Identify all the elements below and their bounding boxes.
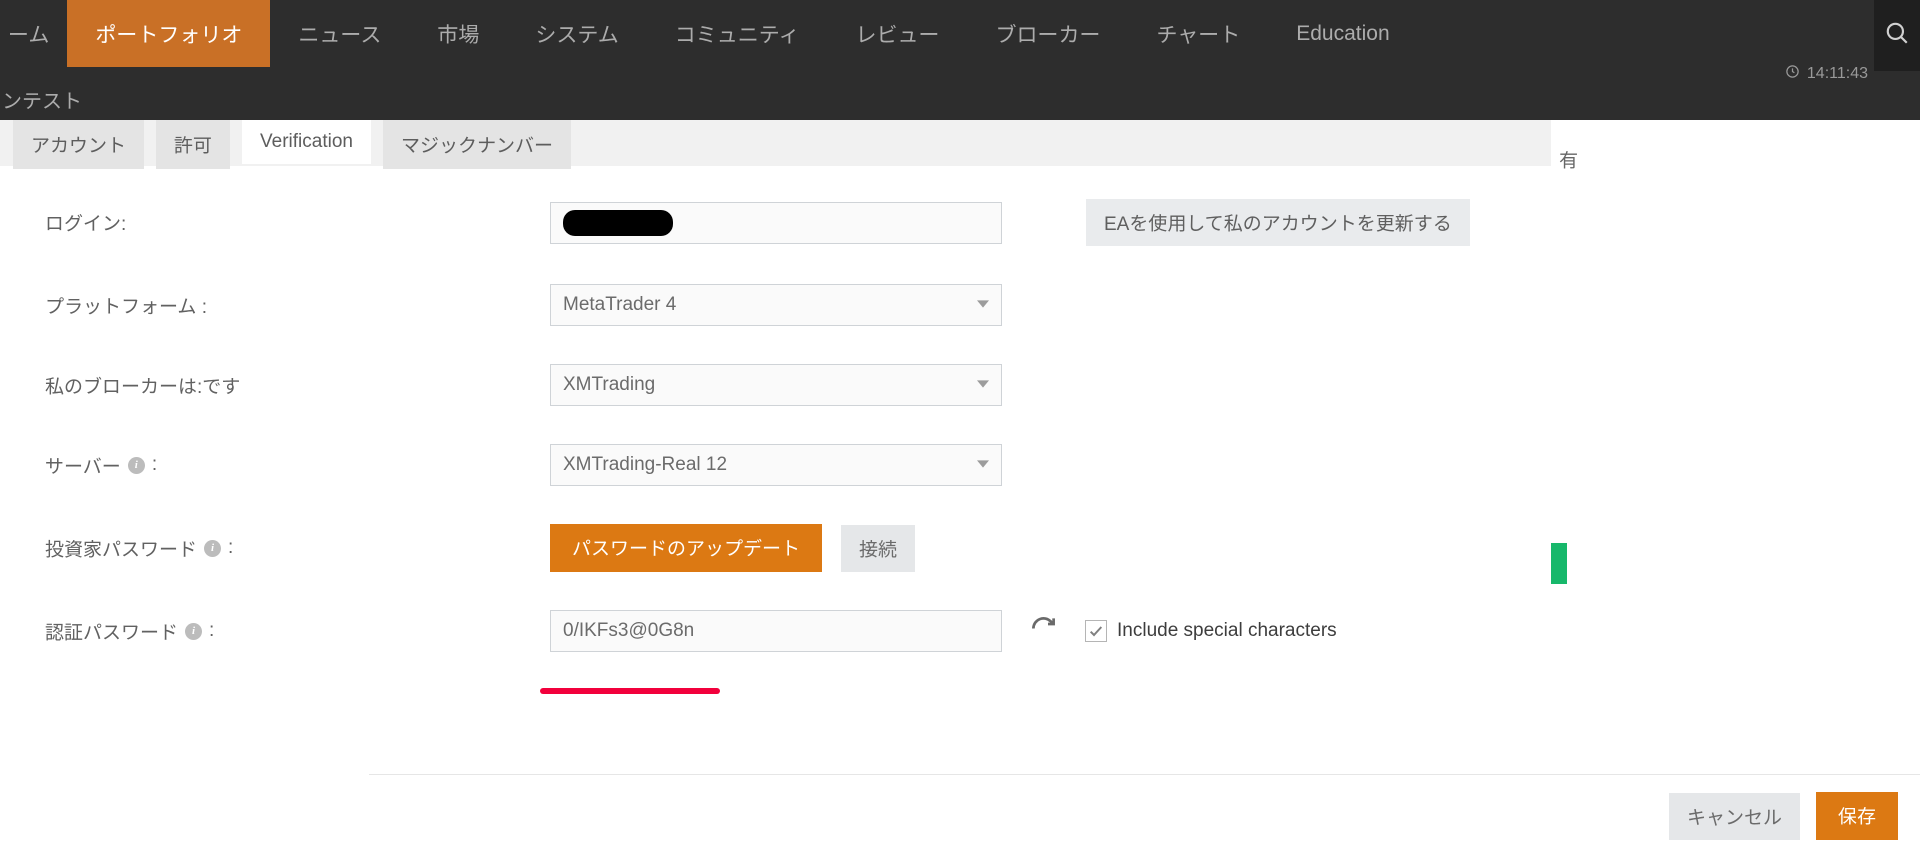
cancel-button[interactable]: キャンセル bbox=[1669, 793, 1800, 840]
label-investor-password: 投資家パスワード : bbox=[45, 535, 550, 562]
save-button[interactable]: 保存 bbox=[1816, 792, 1898, 840]
ea-update-button[interactable]: EAを使用して私のアカウントを更新する bbox=[1086, 199, 1470, 246]
checkbox-special-chars-label: Include special characters bbox=[1117, 620, 1337, 642]
select-broker[interactable]: XMTrading bbox=[550, 364, 1002, 406]
info-icon[interactable] bbox=[185, 623, 202, 640]
select-server-value: XMTrading-Real 12 bbox=[563, 454, 727, 476]
tabbar: アカウント 許可 Verification マジックナンバー bbox=[0, 120, 1551, 166]
select-platform-value: MetaTrader 4 bbox=[563, 294, 676, 316]
connect-button[interactable]: 接続 bbox=[841, 525, 915, 572]
info-icon[interactable] bbox=[128, 457, 145, 474]
row-server: サーバー : XMTrading-Real 12 bbox=[45, 444, 1506, 486]
refresh-button[interactable] bbox=[1030, 615, 1057, 647]
row-login: ログイン: EAを使用して私のアカウントを更新する bbox=[45, 199, 1506, 246]
label-login: ログイン: bbox=[45, 209, 550, 236]
tab-account[interactable]: アカウント bbox=[13, 120, 144, 169]
row-verify-password: 認証パスワード : 0/IKFs3@0G8n Include special c… bbox=[45, 610, 1506, 652]
clock-icon bbox=[1785, 64, 1800, 84]
input-verify-password[interactable]: 0/IKFs3@0G8n bbox=[550, 610, 1002, 652]
annotation-underline bbox=[540, 688, 720, 694]
row-broker: 私のブローカーは:です XMTrading bbox=[45, 364, 1506, 406]
nav-market[interactable]: 市場 bbox=[409, 0, 507, 67]
input-login[interactable] bbox=[550, 202, 1002, 244]
nav-news[interactable]: ニュース bbox=[270, 0, 409, 67]
label-broker: 私のブローカーは:です bbox=[45, 372, 550, 399]
checkbox-special-chars[interactable] bbox=[1085, 620, 1107, 642]
chevron-down-icon bbox=[977, 454, 989, 476]
nav-home[interactable]: ーム bbox=[0, 0, 67, 67]
row-investor-password: 投資家パスワード : パスワードのアップデート 接続 bbox=[45, 524, 1506, 572]
nav-chart[interactable]: チャート bbox=[1128, 0, 1268, 67]
search-icon bbox=[1884, 20, 1910, 51]
search-button[interactable] bbox=[1874, 0, 1920, 71]
label-server: サーバー : bbox=[45, 452, 550, 479]
nav-review[interactable]: レビュー bbox=[827, 0, 967, 67]
select-platform[interactable]: MetaTrader 4 bbox=[550, 284, 1002, 326]
info-icon[interactable] bbox=[204, 540, 221, 557]
edge-green-strip bbox=[1551, 543, 1567, 584]
row-platform: プラットフォーム : MetaTrader 4 bbox=[45, 284, 1506, 326]
select-broker-value: XMTrading bbox=[563, 374, 655, 396]
nav-portfolio[interactable]: ポートフォリオ bbox=[67, 0, 270, 67]
edge-label: 有 bbox=[1553, 136, 1584, 182]
update-password-button[interactable]: パスワードのアップデート bbox=[550, 524, 822, 572]
tab-magic-number[interactable]: マジックナンバー bbox=[383, 120, 571, 169]
top-nav: ーム ポートフォリオ ニュース 市場 システム コミュニティ レビュー ブローカ… bbox=[0, 0, 1920, 79]
label-verify-password: 認証パスワード : bbox=[45, 618, 550, 645]
nav-system[interactable]: システム bbox=[507, 0, 646, 67]
subbar-label: ンテスト bbox=[2, 85, 82, 114]
verify-password-value: 0/IKFs3@0G8n bbox=[563, 620, 694, 642]
form-area: ログイン: EAを使用して私のアカウントを更新する プラットフォーム : Met… bbox=[0, 166, 1551, 686]
select-server[interactable]: XMTrading-Real 12 bbox=[550, 444, 1002, 486]
footer: キャンセル 保存 bbox=[369, 774, 1920, 857]
clock: 14:11:43 bbox=[1785, 64, 1868, 84]
tab-verification[interactable]: Verification bbox=[242, 120, 371, 164]
chevron-down-icon bbox=[977, 374, 989, 396]
redacted-login bbox=[563, 210, 673, 236]
clock-time: 14:11:43 bbox=[1807, 65, 1868, 83]
content-panel: アカウント 許可 Verification マジックナンバー ログイン: EAを… bbox=[0, 120, 1551, 686]
nav-education[interactable]: Education bbox=[1268, 0, 1417, 67]
nav-community[interactable]: コミュニティ bbox=[647, 0, 828, 67]
tab-permission[interactable]: 許可 bbox=[156, 120, 230, 169]
label-platform: プラットフォーム : bbox=[45, 292, 550, 319]
nav-items: ーム ポートフォリオ ニュース 市場 システム コミュニティ レビュー ブローカ… bbox=[0, 0, 1418, 67]
subbar: ンテスト bbox=[0, 79, 1920, 120]
checkbox-special-chars-wrap: Include special characters bbox=[1085, 620, 1337, 642]
nav-broker[interactable]: ブローカー bbox=[967, 0, 1128, 67]
chevron-down-icon bbox=[977, 294, 989, 316]
